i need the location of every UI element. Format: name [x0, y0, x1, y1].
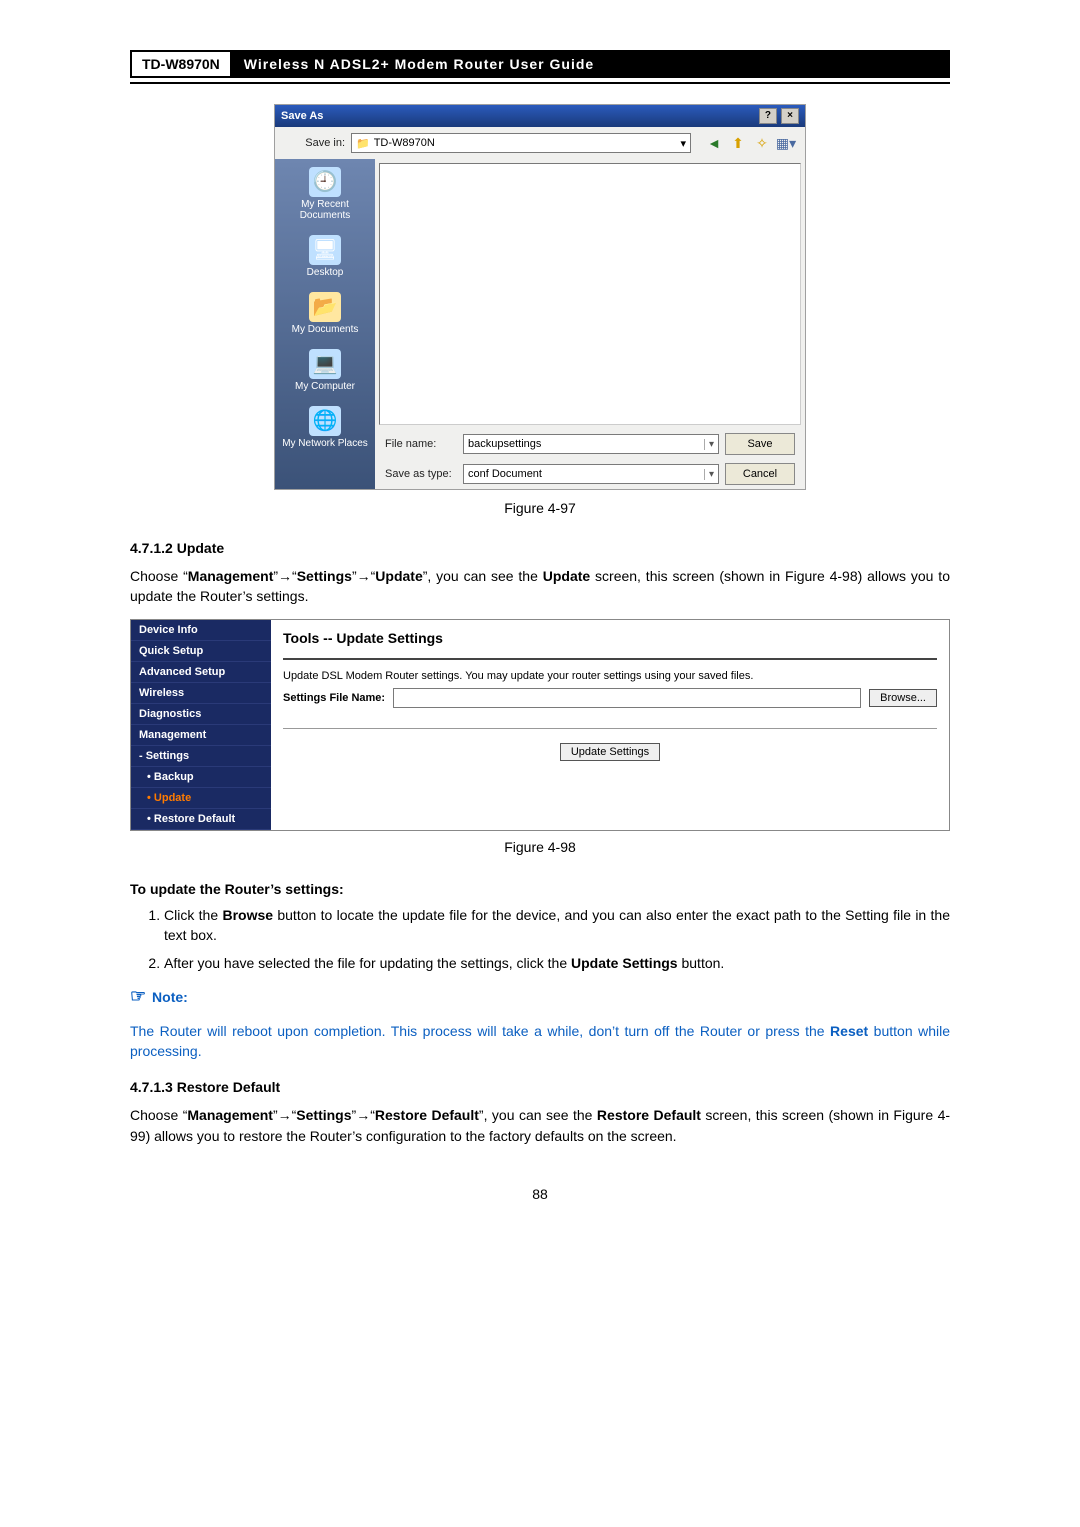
figure-98-caption: Figure 4-98	[130, 839, 950, 855]
doc-header: TD-W8970N Wireless N ADSL2+ Modem Router…	[130, 50, 950, 78]
up-icon[interactable]: ⬆	[729, 134, 747, 152]
update-settings-button[interactable]: Update Settings	[560, 743, 660, 761]
nav-quicksetup[interactable]: Quick Setup	[131, 641, 271, 662]
tools-title: Tools -- Update Settings	[283, 630, 937, 646]
cancel-button[interactable]: Cancel	[725, 463, 795, 485]
howto-list: Click the Browse button to locate the up…	[130, 905, 950, 974]
place-network[interactable]: 🌐My Network Places	[282, 406, 368, 449]
settings-filename-input[interactable]	[393, 688, 861, 708]
nav-update[interactable]: • Update	[131, 788, 271, 809]
savein-combo[interactable]: 📁 TD-W8970N ▾	[351, 133, 691, 153]
place-mycomputer[interactable]: 💻My Computer	[295, 349, 355, 392]
saveas-dialog: Save As ? × Save in: 📁 TD-W8970N ▾ ◄ ⬆ ✧…	[274, 104, 806, 490]
figure-97-caption: Figure 4-97	[130, 500, 950, 516]
nav-backup[interactable]: • Backup	[131, 767, 271, 788]
saveas-titlebar: Save As ? ×	[275, 105, 805, 127]
header-rule	[130, 82, 950, 84]
settings-filename-label: Settings File Name:	[283, 692, 385, 704]
nav-settings[interactable]: - Settings	[131, 746, 271, 767]
update-paragraph: Choose “Management”“Settings”“Update”, y…	[130, 566, 950, 607]
browse-button[interactable]: Browse...	[869, 689, 937, 707]
saveastype-label: Save as type:	[385, 468, 457, 480]
savein-value: TD-W8970N	[374, 137, 435, 149]
note-heading: ☞ Note:	[130, 986, 950, 1007]
nav-wireless[interactable]: Wireless	[131, 683, 271, 704]
router-nav: Device Info Quick Setup Advanced Setup W…	[131, 620, 271, 830]
places-bar: 🕘My Recent Documents 🖥Desktop 📂My Docume…	[275, 159, 375, 489]
back-icon[interactable]: ◄	[705, 134, 723, 152]
section-update-heading: 4.7.1.2 Update	[130, 540, 950, 556]
page-number: 88	[130, 1186, 950, 1202]
section-restore-heading: 4.7.1.3 Restore Default	[130, 1079, 950, 1095]
filename-combo[interactable]: backupsettings	[463, 434, 719, 454]
save-button[interactable]: Save	[725, 433, 795, 455]
filename-label: File name:	[385, 438, 457, 450]
savein-label: Save in:	[285, 137, 345, 149]
place-desktop[interactable]: 🖥Desktop	[307, 235, 344, 278]
viewmenu-icon[interactable]: ▦▾	[777, 134, 795, 152]
nav-advancedsetup[interactable]: Advanced Setup	[131, 662, 271, 683]
nav-diagnostics[interactable]: Diagnostics	[131, 704, 271, 725]
close-icon[interactable]: ×	[781, 108, 799, 124]
file-list-area[interactable]	[379, 163, 801, 425]
nav-deviceinfo[interactable]: Device Info	[131, 620, 271, 641]
folder-icon: 📁	[356, 137, 370, 150]
note-body: The Router will reboot upon completion. …	[130, 1021, 950, 1062]
model-label: TD-W8970N	[130, 50, 232, 78]
pointing-hand-icon: ☞	[130, 986, 146, 1006]
saveas-title-text: Save As	[281, 110, 323, 122]
router-content: Tools -- Update Settings Update DSL Mode…	[271, 620, 949, 830]
howto-step-2: After you have selected the file for upd…	[164, 953, 950, 973]
howto-title: To update the Router’s settings:	[130, 881, 344, 897]
saveastype-combo[interactable]: conf Document	[463, 464, 719, 484]
doc-title: Wireless N ADSL2+ Modem Router User Guid…	[232, 50, 950, 78]
restore-paragraph: Choose “Management”“Settings”“Restore De…	[130, 1105, 950, 1146]
howto-step-1: Click the Browse button to locate the up…	[164, 905, 950, 946]
place-mydocs[interactable]: 📂My Documents	[292, 292, 359, 335]
nav-restoredefault[interactable]: • Restore Default	[131, 809, 271, 830]
help-icon[interactable]: ?	[759, 108, 777, 124]
nav-management[interactable]: Management	[131, 725, 271, 746]
router-ui-screenshot: Device Info Quick Setup Advanced Setup W…	[130, 619, 950, 831]
newfolder-icon[interactable]: ✧	[753, 134, 771, 152]
tools-desc: Update DSL Modem Router settings. You ma…	[283, 670, 937, 682]
place-recent[interactable]: 🕘My Recent Documents	[275, 167, 375, 221]
